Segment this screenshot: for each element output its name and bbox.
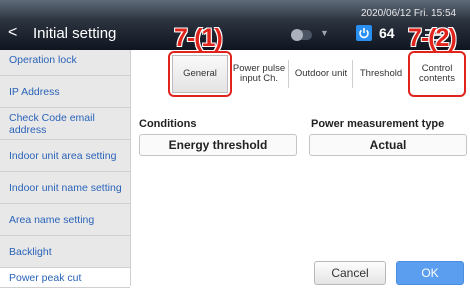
power-measurement-type-field[interactable]: Actual — [309, 134, 467, 156]
power-icon — [356, 25, 372, 41]
sidebar-item-indoor-unit-area[interactable]: Indoor unit area setting — [0, 140, 130, 172]
sidebar-item-area-name[interactable]: Area name setting — [0, 204, 130, 236]
title-bar: < Initial setting 2020/06/12 Fri. 15:54 … — [0, 0, 470, 50]
highlight-box-general — [168, 51, 232, 97]
callout-right: 7-(2) — [408, 24, 457, 52]
highlight-box-control-contents — [408, 51, 466, 97]
sidebar-item-check-code-email[interactable]: Check Code email address — [0, 108, 130, 140]
toggle-switch-icon[interactable] — [291, 29, 312, 41]
power-measurement-type-label: Power measurement type — [311, 118, 445, 130]
sidebar-item-backlight[interactable]: Backlight — [0, 236, 130, 268]
conditions-field[interactable]: Energy threshold — [139, 134, 297, 156]
tab-power-pulse-input[interactable]: Power pulse input Ch. — [230, 55, 288, 93]
sidebar-divider — [130, 50, 131, 286]
tab-threshold[interactable]: Threshold — [354, 55, 408, 93]
cancel-button[interactable]: Cancel — [314, 261, 386, 285]
ok-button[interactable]: OK — [396, 261, 464, 285]
power-count: 64 — [379, 25, 395, 41]
page-title: Initial setting — [33, 25, 117, 42]
callout-left: 7-(1) — [174, 24, 223, 52]
conditions-label: Conditions — [139, 118, 197, 130]
sidebar-item-power-peak-cut[interactable]: Power peak cut — [0, 268, 130, 288]
toggle-knob — [291, 29, 303, 41]
tab-outdoor-unit[interactable]: Outdoor unit — [290, 55, 352, 93]
tab-separator — [352, 60, 353, 88]
tab-separator — [288, 60, 289, 88]
sidebar-item-indoor-unit-name[interactable]: Indoor unit name setting — [0, 172, 130, 204]
sidebar-item-ip-address[interactable]: IP Address — [0, 76, 130, 108]
sidebar: Operation lock IP Address Check Code ema… — [0, 50, 130, 288]
dropdown-arrow-icon[interactable]: ▼ — [320, 28, 329, 38]
back-chevron-icon[interactable]: < — [8, 24, 17, 42]
sidebar-item-operation-lock[interactable]: Operation lock — [0, 44, 130, 76]
datetime-display: 2020/06/12 Fri. 15:54 — [361, 8, 457, 19]
